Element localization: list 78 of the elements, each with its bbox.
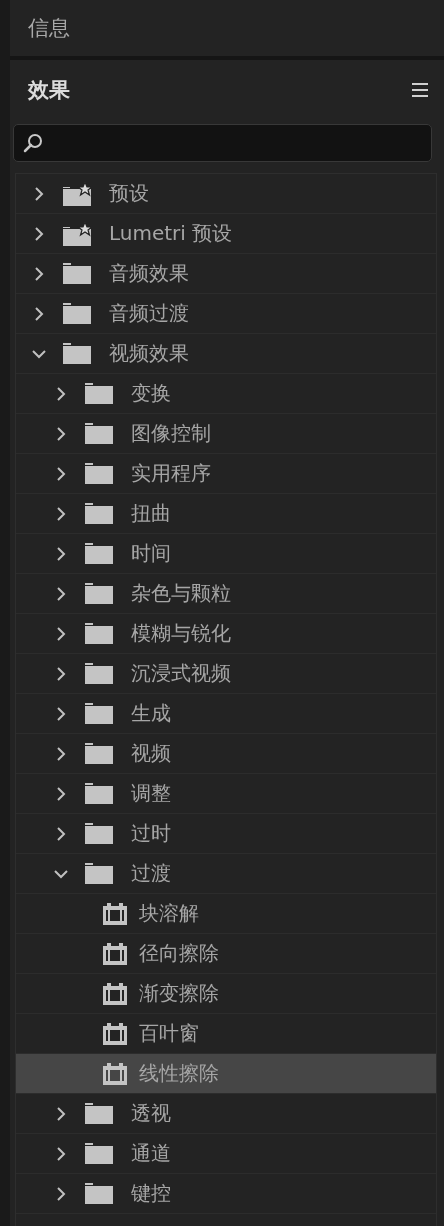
tree-row[interactable]: 渐变擦除 xyxy=(16,974,436,1014)
tree-row[interactable]: 过时 xyxy=(16,814,436,854)
chevron-right-icon[interactable] xyxy=(34,185,44,202)
folder-icon xyxy=(63,301,91,326)
tree-row[interactable]: 视频 xyxy=(16,734,436,774)
folder-icon xyxy=(85,381,113,406)
folder-icon xyxy=(85,621,113,646)
film-clip-icon xyxy=(103,1062,127,1085)
tree-row[interactable]: 视频效果 xyxy=(16,334,436,374)
folder-icon xyxy=(85,781,113,806)
folder-icon xyxy=(85,821,113,846)
tree-row[interactable]: 扭曲 xyxy=(16,494,436,534)
folder-icon xyxy=(85,701,113,726)
tree-row[interactable]: 音频过渡 xyxy=(16,294,436,334)
chevron-right-icon[interactable] xyxy=(56,1185,66,1202)
chevron-right-icon[interactable] xyxy=(56,585,66,602)
chevron-right-icon[interactable] xyxy=(56,465,66,482)
film-clip-icon xyxy=(103,1022,127,1045)
tab-label: 信息 xyxy=(28,15,70,42)
folder-icon xyxy=(85,501,113,526)
tree-row[interactable]: Lumetri 预设 xyxy=(16,214,436,254)
chevron-right-icon[interactable] xyxy=(34,225,44,242)
chevron-right-icon[interactable] xyxy=(56,665,66,682)
chevron-right-icon[interactable] xyxy=(56,505,66,522)
info-panel-tab[interactable]: 信息 xyxy=(10,0,444,60)
chevron-right-icon[interactable] xyxy=(34,265,44,282)
tree-row[interactable]: 块溶解 xyxy=(16,894,436,934)
tree-row[interactable]: 调整 xyxy=(16,774,436,814)
tree-row[interactable]: 杂色与颗粒 xyxy=(16,574,436,614)
film-clip-icon xyxy=(103,942,127,965)
tree-row[interactable]: 音频效果 xyxy=(16,254,436,294)
chevron-right-icon[interactable] xyxy=(56,825,66,842)
chevron-right-icon[interactable] xyxy=(56,1105,66,1122)
folder-icon xyxy=(63,341,91,366)
folder-icon xyxy=(85,1181,113,1206)
chevron-right-icon[interactable] xyxy=(56,385,66,402)
tree-row[interactable]: 时间 xyxy=(16,534,436,574)
folder-icon xyxy=(85,541,113,566)
tree-row[interactable]: 生成 xyxy=(16,694,436,734)
folder-icon xyxy=(85,1141,113,1166)
chevron-right-icon[interactable] xyxy=(56,1145,66,1162)
chevron-right-icon[interactable] xyxy=(56,785,66,802)
folder-icon xyxy=(85,581,113,606)
folder-icon xyxy=(63,261,91,286)
chevron-down-icon[interactable] xyxy=(31,348,47,359)
tree-row[interactable]: 变换 xyxy=(16,374,436,414)
tree-row[interactable]: 模糊与锐化 xyxy=(16,614,436,654)
tree-row[interactable]: 键控 xyxy=(16,1174,436,1214)
tree-row[interactable]: 实用程序 xyxy=(16,454,436,494)
film-clip-icon xyxy=(103,982,127,1005)
tree-row[interactable]: 过渡 xyxy=(16,854,436,894)
panel-title: 效果 xyxy=(28,77,70,104)
tree-row[interactable]: 透视 xyxy=(16,1094,436,1134)
chevron-right-icon[interactable] xyxy=(34,305,44,322)
search-icon xyxy=(22,132,44,154)
film-clip-icon xyxy=(103,902,127,925)
folder-icon xyxy=(85,661,113,686)
folder-icon xyxy=(85,421,113,446)
search-field[interactable] xyxy=(13,124,432,162)
chevron-right-icon[interactable] xyxy=(56,705,66,722)
tree-row[interactable]: 径向擦除 xyxy=(16,934,436,974)
folder-icon xyxy=(85,461,113,486)
tree-row[interactable]: 图像控制 xyxy=(16,414,436,454)
menu-icon[interactable] xyxy=(412,83,428,97)
chevron-down-icon[interactable] xyxy=(53,868,69,879)
chevron-right-icon[interactable] xyxy=(56,625,66,642)
chevron-right-icon[interactable] xyxy=(56,425,66,442)
tree-row[interactable]: 通道 xyxy=(16,1134,436,1174)
folder-icon xyxy=(85,1101,113,1126)
folder-icon xyxy=(85,861,113,886)
folder-icon xyxy=(85,741,113,766)
tree-row[interactable]: 预设 xyxy=(16,174,436,214)
star-folder-icon xyxy=(63,181,91,206)
chevron-right-icon[interactable] xyxy=(56,745,66,762)
star-folder-icon xyxy=(63,221,91,246)
chevron-right-icon[interactable] xyxy=(56,545,66,562)
tree-row[interactable]: 沉浸式视频 xyxy=(16,654,436,694)
tree-row[interactable]: 线性擦除 xyxy=(16,1054,436,1094)
